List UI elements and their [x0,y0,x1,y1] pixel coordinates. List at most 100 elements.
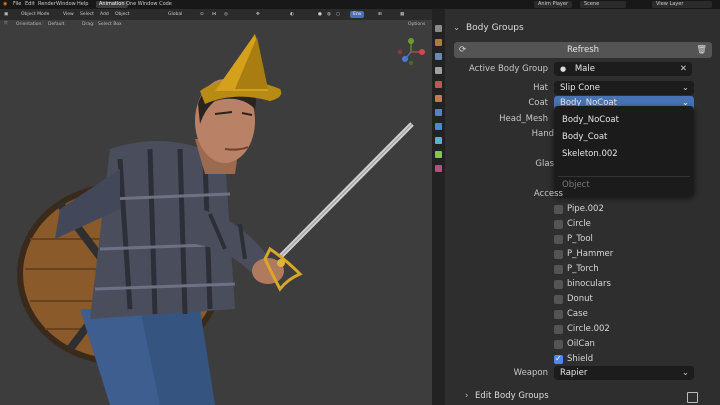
menu-render[interactable]: Render [38,0,56,9]
checkbox[interactable] [554,280,563,289]
scene-label: Scene [584,1,600,7]
edit-section-title: Edit Body Groups [475,391,549,401]
shading-material-icon[interactable]: ◍ [327,9,331,20]
access-item-label: Circle.002 [567,324,610,334]
render-tab-icon[interactable] [435,39,442,46]
glasses-label: Glas [535,159,554,169]
anim-player-label: Anim Player [538,1,568,7]
env-button[interactable]: Env [350,11,365,18]
access-item-label: P_Torch [567,264,599,274]
drag-dropdown[interactable]: Select Box [98,20,122,30]
view-layer-label: View Layer [656,1,684,7]
gizmo-toggle-icon[interactable]: ✥ [256,9,260,20]
physics-tab-icon[interactable] [435,151,442,158]
menu-view[interactable]: View [63,9,74,20]
gizmo-y-axis-icon[interactable] [408,38,414,44]
dropdown-option[interactable]: Body_Coat [562,132,607,142]
menu-object[interactable]: Object [115,9,130,20]
active-body-group-field[interactable]: ● Male ✕ [554,62,692,76]
menu-select[interactable]: Select [80,9,94,20]
transform-orientation[interactable]: Global [165,11,186,18]
coat-label: Coat [528,98,548,108]
view-layer-tab-icon[interactable] [435,67,442,74]
modifier-tab-icon[interactable] [435,137,442,144]
mode-selector[interactable]: Object Mode [18,11,53,18]
hat-label: Hat [533,83,548,93]
checkbox[interactable] [554,310,563,319]
hat-dropdown[interactable]: Slip Cone ⌄ [554,81,694,95]
trash-icon[interactable]: 🗑 [696,42,707,58]
access-item-label: P_Tool [567,234,593,244]
blender-logo-icon[interactable]: ◉ [3,0,7,9]
hat-row: Hat Slip Cone ⌄ [445,81,720,96]
orientation-dropdown[interactable]: Default [48,20,64,30]
output-tab-icon[interactable] [435,53,442,60]
checkbox[interactable] [554,250,563,259]
object-tab-icon[interactable] [435,123,442,130]
hands-label: Hand [531,129,554,139]
checkbox[interactable] [554,220,563,229]
checkbox[interactable] [554,325,563,334]
menu-file[interactable]: File [13,0,21,9]
material-tab-icon[interactable] [435,165,442,172]
weapon-row: Weapon Rapier ⌄ [445,366,720,381]
properties-panel: ⌄ Body Groups ⟳ Refresh 🗑 Active Body Gr… [445,9,720,405]
pivot-icon[interactable]: ⊙ [200,9,204,20]
checkbox-checked[interactable]: ✓ [554,354,563,364]
access-item-label: Case [567,309,588,319]
checkbox[interactable] [554,295,563,304]
tab-one-window-code[interactable]: One Window Code [123,1,175,8]
checkbox[interactable] [554,340,563,349]
access-item-label: Donut [567,294,593,304]
properties-tabs-column [432,9,445,405]
refresh-label: Refresh [566,45,600,55]
xray-icon[interactable]: ▦ [400,9,404,20]
access-row: Access [445,187,720,202]
shading-solid-icon[interactable]: ● [318,9,322,20]
head-mesh-label: Head_Mesh [499,114,548,124]
access-item-label: binoculars [567,279,611,289]
shading-rendered-icon[interactable]: ○ [336,9,340,20]
access-item-label: P_Hammer [567,249,614,259]
gizmo-z-axis-icon[interactable] [402,56,408,62]
menu-window[interactable]: Window [56,0,76,9]
world-tab-icon[interactable] [435,95,442,102]
dropdown-option[interactable]: Body_NoCoat [562,115,619,125]
checkmark-icon: ✓ [555,354,562,363]
anim-player-selector[interactable]: Anim Player [534,1,572,8]
3d-viewport[interactable]: ▣ Object Mode View Select Add Object Glo… [0,9,432,405]
collection-tab-icon[interactable] [435,109,442,116]
rapier-sword [263,122,414,292]
panel-drag-icon[interactable] [687,392,698,403]
refresh-icon: ⟳ [459,45,467,55]
edit-body-groups-header[interactable]: › Edit Body Groups [465,389,715,404]
tool-tab-icon[interactable] [435,25,442,32]
overlay-toggle-icon[interactable]: ◐ [290,9,294,20]
viewport-header: ▣ Object Mode View Select Add Object Glo… [0,9,432,20]
clear-icon[interactable]: ✕ [680,62,687,76]
hat-value: Slip Cone [560,83,600,93]
navigation-gizmo[interactable] [396,37,426,67]
overlays-icon[interactable]: ⊞ [378,9,382,20]
scene-tab-icon[interactable] [435,81,442,88]
snap-icon[interactable]: ⋈ [212,9,217,20]
scene-selector[interactable]: Scene [580,1,626,8]
env-label: Env [353,12,362,17]
menu-help[interactable]: Help [77,0,88,9]
refresh-button[interactable]: ⟳ Refresh 🗑 [454,42,712,58]
active-body-group-label: Active Body Group [468,64,548,74]
weapon-dropdown[interactable]: Rapier ⌄ [554,366,694,380]
checkbox[interactable] [554,265,563,274]
proportional-edit-icon[interactable]: ◎ [224,9,228,20]
checkbox[interactable] [554,205,563,214]
transform-icon[interactable]: ⤧ [4,20,8,30]
view-layer-selector[interactable]: View Layer [652,1,712,8]
menu-add[interactable]: Add [100,9,109,20]
checkbox[interactable] [554,235,563,244]
options-dropdown[interactable]: Options [408,20,425,30]
menu-edit[interactable]: Edit [25,0,35,9]
chevron-down-icon: ⌄ [453,23,461,33]
gizmo-x-axis-icon[interactable] [419,49,425,55]
editor-type-icon[interactable]: ▣ [4,9,8,20]
dropdown-option[interactable]: Skeleton.002 [562,149,618,159]
